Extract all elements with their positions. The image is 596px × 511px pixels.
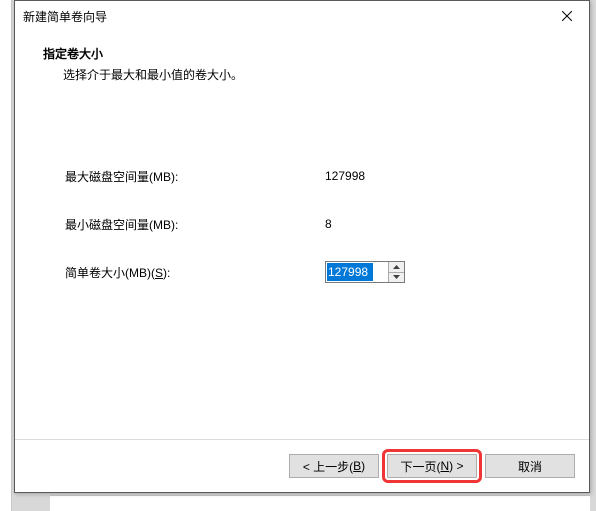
dialog-title: 新建简单卷向导 bbox=[23, 8, 107, 25]
hotkey-b: B bbox=[353, 459, 361, 473]
wizard-subtext: 选择介于最大和最小值的卷大小。 bbox=[43, 66, 561, 83]
next-button[interactable]: 下一页(N) > bbox=[387, 454, 477, 478]
volume-size-spinner[interactable]: 127998 bbox=[325, 261, 405, 283]
volume-size-input[interactable]: 127998 bbox=[327, 263, 373, 281]
min-space-label: 最小磁盘空间量(MB): bbox=[65, 216, 325, 233]
volume-size-label: 简单卷大小(MB)(S): bbox=[65, 264, 325, 281]
wizard-footer: < 上一步(B) 下一页(N) > 取消 bbox=[15, 440, 589, 492]
min-space-row: 最小磁盘空间量(MB): 8 bbox=[65, 211, 539, 237]
close-icon bbox=[562, 11, 572, 21]
spinner-up-button[interactable] bbox=[389, 262, 404, 273]
chevron-up-icon bbox=[393, 265, 400, 269]
wizard-heading: 指定卷大小 bbox=[43, 45, 561, 62]
cancel-button[interactable]: 取消 bbox=[485, 454, 575, 478]
max-space-row: 最大磁盘空间量(MB): 127998 bbox=[65, 163, 539, 189]
chevron-down-icon bbox=[393, 275, 400, 279]
wizard-content: 最大磁盘空间量(MB): 127998 最小磁盘空间量(MB): 8 简单卷大小… bbox=[15, 103, 589, 439]
wizard-header: 指定卷大小 选择介于最大和最小值的卷大小。 bbox=[15, 31, 589, 103]
close-button[interactable] bbox=[545, 1, 589, 31]
wizard-dialog: 新建简单卷向导 指定卷大小 选择介于最大和最小值的卷大小。 最大磁盘空间量(MB… bbox=[14, 0, 590, 493]
spinner-down-button[interactable] bbox=[389, 273, 404, 283]
volume-size-row: 简单卷大小(MB)(S): 127998 bbox=[65, 259, 539, 285]
hotkey-n: N bbox=[440, 459, 449, 473]
min-space-value: 8 bbox=[325, 217, 539, 231]
spinner-buttons bbox=[388, 262, 404, 282]
max-space-label: 最大磁盘空间量(MB): bbox=[65, 168, 325, 185]
hotkey-s: S bbox=[155, 266, 163, 280]
max-space-value: 127998 bbox=[325, 169, 539, 183]
back-button[interactable]: < 上一步(B) bbox=[289, 454, 379, 478]
titlebar: 新建简单卷向导 bbox=[15, 1, 589, 31]
